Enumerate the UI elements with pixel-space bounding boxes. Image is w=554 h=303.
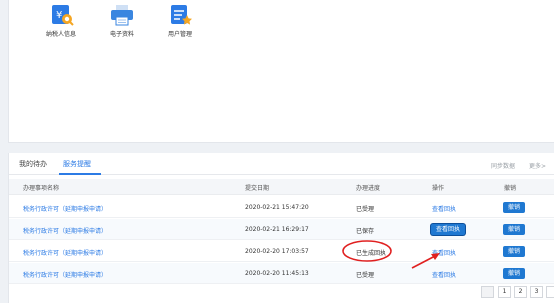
submit-date: 2020-02-21 15:47:20 (245, 204, 309, 211)
svg-text:¥: ¥ (56, 10, 62, 21)
printer-icon (111, 5, 133, 26)
view-receipt-button[interactable]: 查看回执 (431, 224, 466, 235)
revoke-button[interactable]: 撤销 (503, 202, 526, 213)
tab-service-reminders[interactable]: 服务提醒 (63, 159, 91, 169)
table-row: 税务行政许可（延期申报申请） 2020-02-20 11:45:13 已受理 查… (9, 263, 554, 284)
submit-date: 2020-02-21 16:29:17 (245, 226, 309, 233)
table-header: 办理事项名称 提交日期 办理进度 操作 撤销 (9, 179, 554, 195)
revoke-button[interactable]: 撤销 (503, 268, 526, 279)
service-panel: 我的待办 服务提醒 同步数据 更多> 办理事项名称 提交日期 办理进度 操作 撤… (8, 153, 554, 303)
pagination-page-1[interactable]: 1 (498, 286, 511, 298)
more-link[interactable]: 更多> (529, 161, 546, 170)
revoke-button[interactable]: 撤销 (503, 224, 526, 235)
view-receipt-link[interactable]: 查看回执 (432, 204, 456, 213)
item-name-link[interactable]: 税务行政许可（延期申报申请） (23, 248, 107, 257)
submit-date: 2020-02-20 17:03:57 (245, 248, 309, 255)
page-root: ¥ 纳税人信息 电子资料 用户管理 我的待办 服务提醒 同步数据 更多> 办理事… (0, 0, 554, 303)
app-tile-taxpayer-info[interactable]: ¥ 纳税人信息 (31, 4, 91, 44)
column-header-date: 提交日期 (245, 185, 270, 192)
view-receipt-link[interactable]: 查看回执 (432, 270, 456, 279)
pagination-page-2[interactable]: 2 (514, 286, 527, 298)
app-label: 用户管理 (167, 31, 192, 38)
active-tab-indicator (59, 173, 101, 175)
pagination-page-3[interactable]: 3 (530, 286, 543, 298)
user-management-icon (171, 5, 192, 25)
view-receipt-link[interactable]: 查看回执 (432, 248, 456, 257)
table-row: 税务行政许可（延期申报申请） 2020-02-21 15:47:20 已受理 查… (9, 197, 554, 218)
taxpayer-info-icon: ¥ (52, 5, 74, 26)
item-name-link[interactable]: 税务行政许可（延期申报申请） (23, 204, 107, 213)
submit-date: 2020-02-20 11:45:13 (245, 270, 309, 277)
app-label: 纳税人信息 (45, 31, 76, 38)
app-label: 电子资料 (109, 31, 134, 38)
table-row: 税务行政许可（延期申报申请） 2020-02-20 17:03:57 已生成回执… (9, 241, 554, 262)
revoke-button[interactable]: 撤销 (503, 246, 526, 257)
app-shortcuts-panel: ¥ 纳税人信息 电子资料 用户管理 (8, 0, 554, 143)
column-header-name: 办理事项名称 (23, 185, 60, 192)
sync-data-link[interactable]: 同步数据 (491, 161, 515, 170)
tab-my-todos[interactable]: 我的待办 (19, 159, 47, 169)
app-tile-electronic-documents[interactable]: 电子资料 (92, 4, 152, 44)
column-header-status: 办理进度 (356, 185, 381, 192)
item-name-link[interactable]: 税务行政许可（延期申报申请） (23, 226, 107, 235)
pagination-prev-button[interactable] (481, 286, 494, 298)
column-header-operation: 操作 (432, 185, 445, 192)
status-text: 已保存 (356, 228, 375, 235)
status-text: 已受理 (356, 206, 375, 213)
status-text: 已受理 (356, 272, 375, 279)
table-row: 税务行政许可（延期申报申请） 2020-02-21 16:29:17 已保存 查… (9, 219, 554, 240)
item-name-link[interactable]: 税务行政许可（延期申报申请） (23, 270, 107, 279)
status-text: 已生成回执 (356, 250, 387, 257)
tab-bar: 我的待办 服务提醒 同步数据 更多> (9, 153, 554, 175)
app-tile-user-management[interactable]: 用户管理 (150, 4, 210, 44)
column-header-revoke: 撤销 (504, 185, 517, 192)
pagination-next-button[interactable] (546, 286, 554, 298)
